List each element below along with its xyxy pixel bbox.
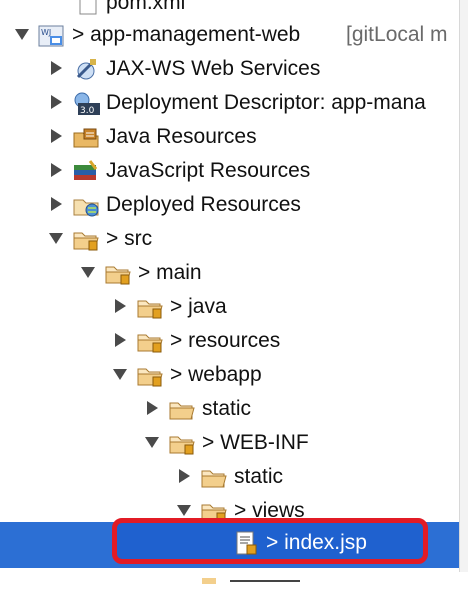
chevron-down-icon[interactable] <box>48 222 66 256</box>
package-folder-icon <box>168 431 195 455</box>
tree-item-label: > main <box>138 261 202 284</box>
chevron-right-icon[interactable] <box>176 460 194 494</box>
project-explorer-tree: pom.xml WJ > app-management-web [gitLoca… <box>0 0 468 584</box>
java-resources-icon <box>72 125 99 149</box>
chevron-down-icon[interactable] <box>80 256 98 290</box>
chevron-right-icon[interactable] <box>48 120 66 154</box>
folder-icon <box>200 465 227 489</box>
scrollbar-track[interactable] <box>459 0 468 572</box>
chevron-right-icon[interactable] <box>112 324 130 358</box>
xml-file-icon <box>78 0 104 15</box>
tree-item-label: pom.xml <box>106 0 186 14</box>
package-folder-icon <box>136 295 163 319</box>
partially-hidden-row <box>190 566 310 584</box>
folder-icon <box>168 397 195 421</box>
deployed-resources-icon <box>72 193 99 217</box>
package-folder-icon <box>72 227 99 251</box>
chevron-right-icon[interactable] <box>48 188 66 222</box>
chevron-right-icon[interactable] <box>112 290 130 324</box>
tree-item-label: > src <box>106 227 153 250</box>
package-folder-icon <box>104 261 131 285</box>
tree-item-label: Java Resources <box>106 125 257 148</box>
jsp-file-icon <box>234 531 260 555</box>
tree-item-label: JAX-WS Web Services <box>106 57 321 80</box>
package-folder-icon <box>136 363 163 387</box>
tree-item-label: Deployment Descriptor: app-mana <box>106 91 426 114</box>
web-project-icon: WJ <box>38 23 64 47</box>
tree-item-label: JavaScript Resources <box>106 159 311 182</box>
chevron-right-icon[interactable] <box>144 392 162 426</box>
package-folder-icon <box>136 329 163 353</box>
deployment-descriptor-icon: 3.0 <box>72 91 100 116</box>
svg-text:WJ: WJ <box>41 28 51 37</box>
javascript-resources-icon <box>72 159 98 183</box>
tree-item-label: > app-management-web <box>72 23 301 46</box>
tree-item-label: > index.jsp <box>266 531 367 554</box>
tree-item-label: Deployed Resources <box>106 193 301 216</box>
svg-text:3.0: 3.0 <box>80 106 95 116</box>
chevron-down-icon[interactable] <box>144 426 162 460</box>
chevron-right-icon[interactable] <box>48 86 66 120</box>
chevron-right-icon[interactable] <box>48 52 66 86</box>
tree-item-label: > java <box>170 295 227 318</box>
tree-item-label: > WEB-INF <box>202 431 309 454</box>
tree-item-label: static <box>234 465 284 488</box>
web-services-icon <box>72 57 98 81</box>
tree-item-label: static <box>202 397 252 420</box>
git-repo-suffix: [gitLocal m <box>346 23 448 46</box>
tree-item-label: > webapp <box>170 363 262 386</box>
chevron-down-icon[interactable] <box>112 358 130 392</box>
chevron-right-icon[interactable] <box>48 154 66 188</box>
chevron-down-icon[interactable] <box>14 18 32 52</box>
tree-item-label: > resources <box>170 329 281 352</box>
